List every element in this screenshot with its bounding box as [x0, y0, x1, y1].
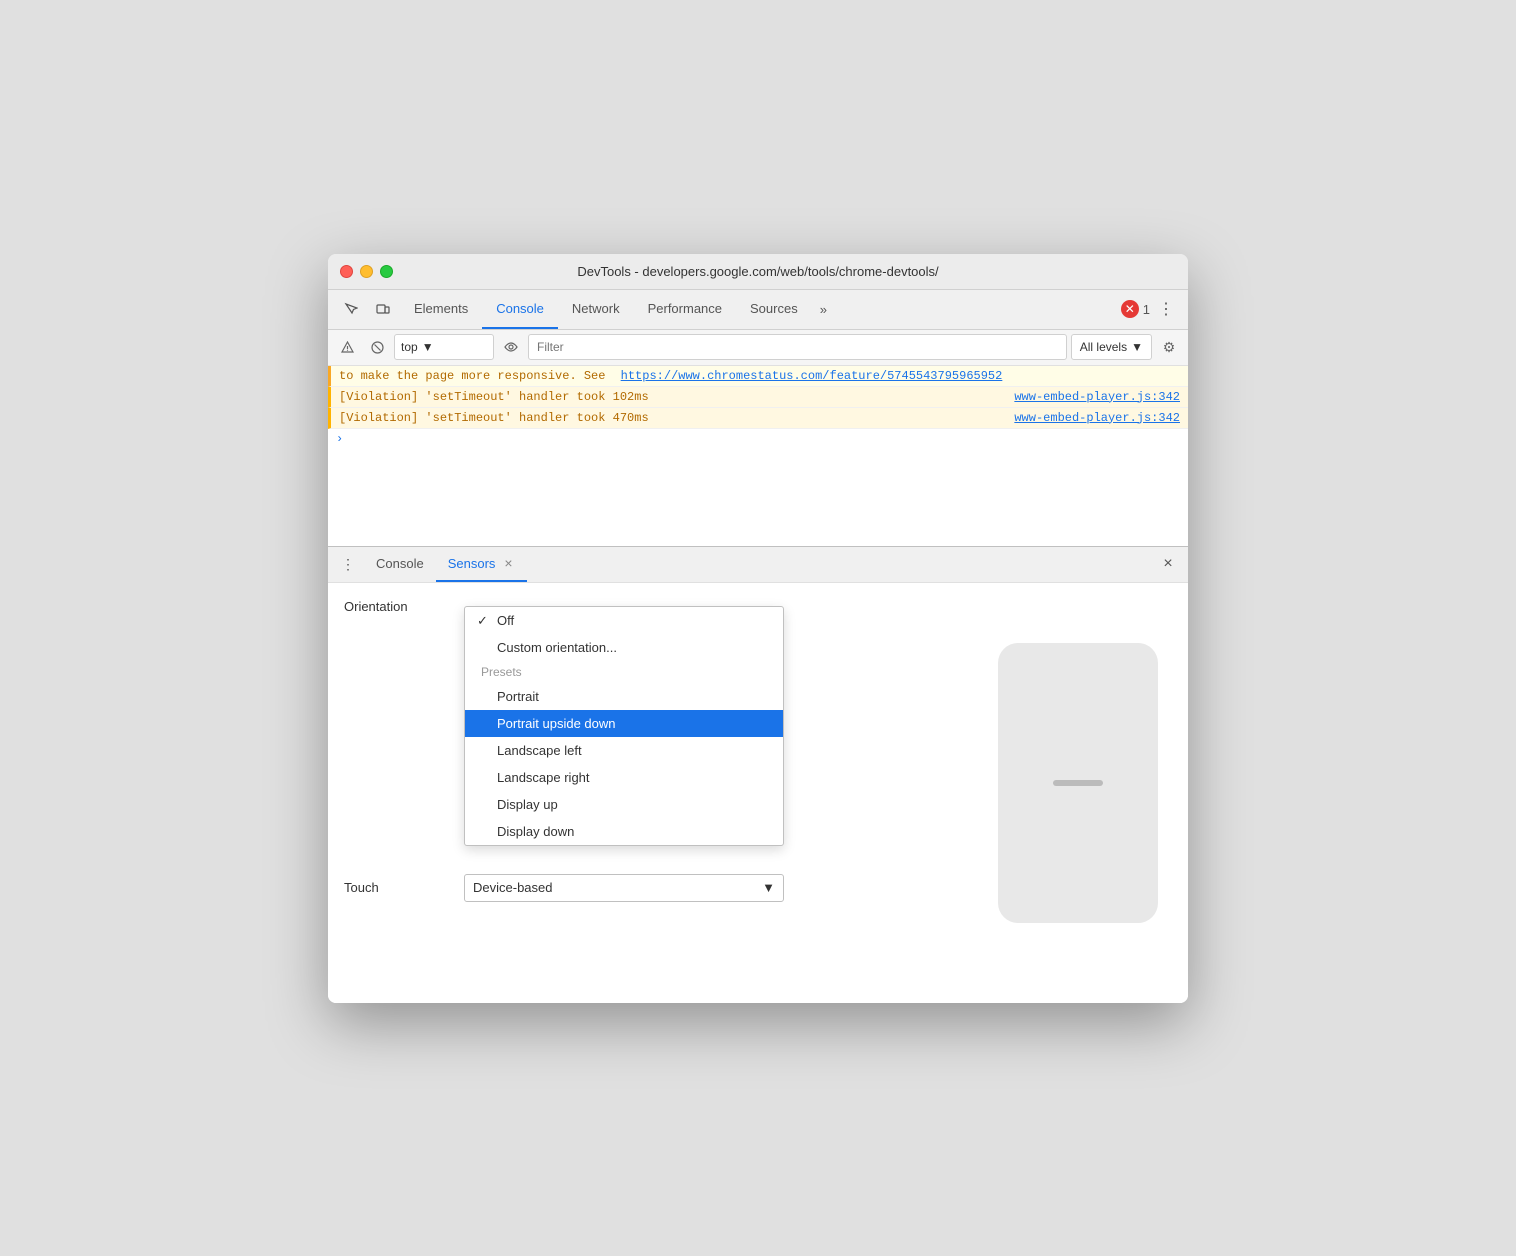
- traffic-lights: [340, 265, 393, 278]
- clear-console-button[interactable]: [334, 334, 360, 360]
- main-tabs: Elements Console Network Performance Sou…: [400, 289, 1111, 329]
- log-line: to make the page more responsive. See ht…: [328, 366, 1188, 387]
- devtools-menu-button[interactable]: ⋮: [1152, 295, 1180, 323]
- close-bottom-panel-button[interactable]: ×: [1156, 552, 1180, 576]
- pause-on-exceptions-button[interactable]: [364, 334, 390, 360]
- tab-elements[interactable]: Elements: [400, 289, 482, 329]
- title-bar: DevTools - developers.google.com/web/too…: [328, 254, 1188, 290]
- tab-network[interactable]: Network: [558, 289, 634, 329]
- error-count: 1: [1143, 302, 1150, 317]
- touch-selector[interactable]: Device-based ▼: [464, 874, 784, 902]
- dropdown-item-display-up[interactable]: Display up: [465, 791, 783, 818]
- dropdown-item-custom[interactable]: Custom orientation...: [465, 634, 783, 661]
- select-element-button[interactable]: [336, 295, 366, 323]
- orientation-label: Orientation: [344, 599, 464, 614]
- settings-button[interactable]: ⚙: [1156, 334, 1182, 360]
- console-toolbar: top ▼ All levels ▼ ⚙: [328, 330, 1188, 366]
- close-button[interactable]: [340, 265, 353, 278]
- bottom-tabs-menu[interactable]: ⋮: [336, 552, 360, 576]
- log-link[interactable]: https://www.chromestatus.com/feature/574…: [621, 369, 1003, 383]
- touch-label: Touch: [344, 880, 464, 895]
- log-line: [Violation] 'setTimeout' handler took 10…: [328, 387, 1188, 408]
- dropdown-item-off[interactable]: Off: [465, 607, 783, 634]
- dropdown-item-landscape-right[interactable]: Landscape right: [465, 764, 783, 791]
- context-selector[interactable]: top ▼: [394, 334, 494, 360]
- expand-arrow[interactable]: ›: [328, 429, 1188, 449]
- tab-sources[interactable]: Sources: [736, 289, 812, 329]
- dropdown-separator-presets: Presets: [465, 661, 783, 683]
- tab-performance[interactable]: Performance: [634, 289, 736, 329]
- error-icon: ✕: [1121, 300, 1139, 318]
- console-output: to make the page more responsive. See ht…: [328, 366, 1188, 546]
- log-link-2[interactable]: www-embed-player.js:342: [1014, 390, 1180, 404]
- main-toolbar: Elements Console Network Performance Sou…: [328, 290, 1188, 330]
- minimize-button[interactable]: [360, 265, 373, 278]
- window-title: DevTools - developers.google.com/web/too…: [577, 264, 938, 279]
- eye-button[interactable]: [498, 334, 524, 360]
- phone-notch: [1053, 780, 1103, 786]
- tab-console[interactable]: Console: [482, 289, 558, 329]
- bottom-tabs-bar: ⋮ Console Sensors × ×: [328, 547, 1188, 583]
- orientation-dropdown-menu: Off Custom orientation... Presets Portra…: [464, 606, 784, 846]
- sensors-tab-close[interactable]: ×: [501, 556, 515, 570]
- log-link-3[interactable]: www-embed-player.js:342: [1014, 411, 1180, 425]
- log-level-selector[interactable]: All levels ▼: [1071, 334, 1152, 360]
- dropdown-item-landscape-left[interactable]: Landscape left: [465, 737, 783, 764]
- orientation-row: Orientation Off Custom orientation... Pr…: [344, 599, 1172, 614]
- devtools-window: DevTools - developers.google.com/web/too…: [328, 254, 1188, 1003]
- dropdown-item-portrait-upside-down[interactable]: Portrait upside down: [465, 710, 783, 737]
- bottom-tab-sensors[interactable]: Sensors ×: [436, 546, 528, 582]
- phone-preview: [998, 643, 1158, 923]
- device-toggle-button[interactable]: [368, 295, 398, 323]
- bottom-tab-console[interactable]: Console: [364, 546, 436, 582]
- sensors-panel: Orientation Off Custom orientation... Pr…: [328, 583, 1188, 1003]
- more-tabs-button[interactable]: »: [812, 289, 835, 329]
- maximize-button[interactable]: [380, 265, 393, 278]
- log-line: [Violation] 'setTimeout' handler took 47…: [328, 408, 1188, 429]
- filter-input[interactable]: [528, 334, 1067, 360]
- error-badge: ✕ 1: [1121, 300, 1150, 318]
- dropdown-item-display-down[interactable]: Display down: [465, 818, 783, 845]
- bottom-panel: ⋮ Console Sensors × × Orientation Off: [328, 546, 1188, 1003]
- dropdown-item-portrait[interactable]: Portrait: [465, 683, 783, 710]
